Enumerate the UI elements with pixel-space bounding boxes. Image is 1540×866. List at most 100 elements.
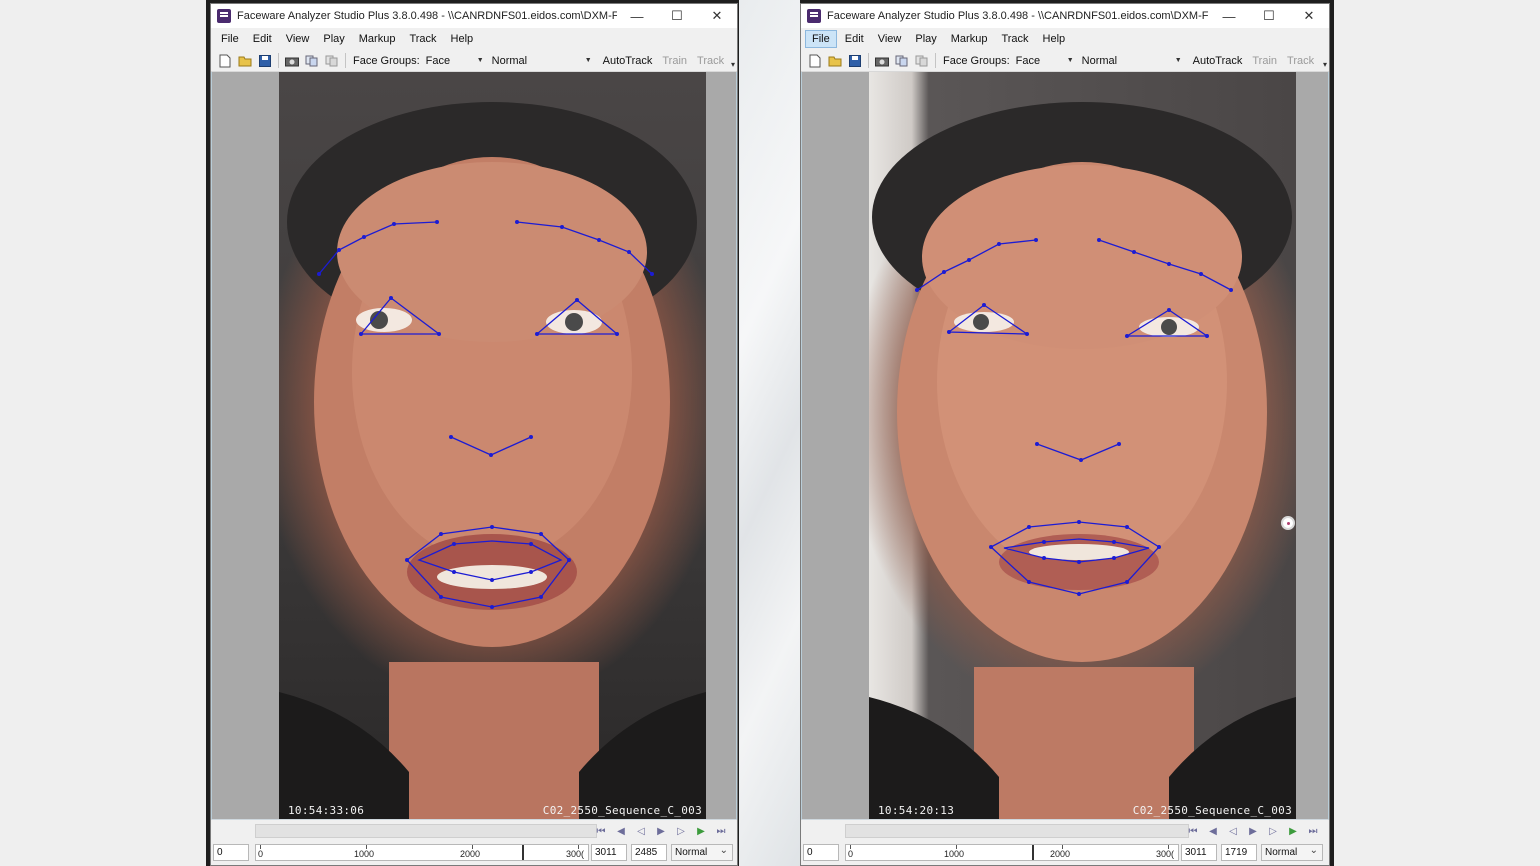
track-button[interactable]: Track xyxy=(697,55,724,67)
open-folder-icon[interactable] xyxy=(238,54,252,68)
menu-track[interactable]: Track xyxy=(403,31,442,47)
video-frame[interactable]: 10:54:20:13 C02_2550_Sequence_C_003 xyxy=(869,72,1296,819)
analyzer-window-right: Faceware Analyzer Studio Plus 3.8.0.498 … xyxy=(800,3,1330,866)
faceware-app-icon xyxy=(217,9,231,23)
mode-value: Normal xyxy=(491,54,528,67)
menu-play[interactable]: Play xyxy=(909,31,942,47)
analyzer-window-left: Faceware Analyzer Studio Plus 3.8.0.498 … xyxy=(210,3,738,866)
mode-select[interactable]: Normal ▼ xyxy=(1080,53,1184,69)
transport-controls: ⏮ ◀ ◁ ▶ ▷ ▶ ⏭ xyxy=(591,823,731,839)
timeline-ruler[interactable]: 0 1000 2000 300( xyxy=(845,844,1179,861)
autotrack-button[interactable]: AutoTrack xyxy=(603,55,653,67)
face-groups-label: Face Groups: xyxy=(353,54,420,67)
scrub-track[interactable] xyxy=(845,824,1189,838)
close-button[interactable]: ✕ xyxy=(1289,4,1329,28)
toolbar: Face Groups: Face ▼ Normal ▼ AutoTrack Tra… xyxy=(801,50,1329,72)
play-mode-select[interactable]: Normal xyxy=(671,843,733,861)
step-back-icon[interactable]: ◁ xyxy=(1223,823,1243,839)
ruler-label: 0 xyxy=(258,849,264,859)
faceware-app-icon xyxy=(807,9,821,23)
play-mode-select[interactable]: Normal xyxy=(1261,843,1323,861)
toolbar-overflow-icon[interactable]: ▾ xyxy=(731,60,735,69)
go-start-icon[interactable]: ⏮ xyxy=(591,823,611,839)
copy-icon[interactable] xyxy=(895,54,909,68)
copy-icon[interactable] xyxy=(305,54,319,68)
scrub-track[interactable] xyxy=(255,824,597,838)
menu-markup[interactable]: Markup xyxy=(945,31,994,47)
save-icon[interactable] xyxy=(258,54,272,68)
face-groups-select[interactable]: Face ▼ xyxy=(424,53,486,69)
menu-help[interactable]: Help xyxy=(445,31,480,47)
face-groups-label: Face Groups: xyxy=(943,54,1010,67)
timeline-ruler[interactable]: 0 1000 2000 300( xyxy=(255,844,589,861)
minimize-button[interactable]: — xyxy=(1209,4,1249,28)
window-title: Faceware Analyzer Studio Plus 3.8.0.498 … xyxy=(237,10,617,22)
camera-icon[interactable] xyxy=(875,54,889,68)
menu-file[interactable]: File xyxy=(805,30,837,48)
playhead-marker[interactable] xyxy=(1032,845,1034,860)
menu-track[interactable]: Track xyxy=(995,31,1034,47)
save-icon[interactable] xyxy=(848,54,862,68)
maximize-button[interactable]: ☐ xyxy=(1249,4,1289,28)
timecode: 10:54:20:13 xyxy=(878,804,955,817)
end-frame-field[interactable]: 3011 xyxy=(1181,844,1217,861)
step-back-icon[interactable]: ◁ xyxy=(631,823,651,839)
title-bar[interactable]: Faceware Analyzer Studio Plus 3.8.0.498 … xyxy=(211,4,737,28)
title-bar[interactable]: Faceware Analyzer Studio Plus 3.8.0.498 … xyxy=(801,4,1329,28)
playhead-frame-field[interactable]: 1719 xyxy=(1221,844,1257,861)
autotrack-button[interactable]: AutoTrack xyxy=(1193,55,1243,67)
paste-icon[interactable] xyxy=(325,54,339,68)
train-button[interactable]: Train xyxy=(1252,55,1277,67)
mode-select[interactable]: Normal ▼ xyxy=(490,53,594,69)
close-button[interactable]: ✕ xyxy=(697,4,737,28)
menu-markup[interactable]: Markup xyxy=(353,31,402,47)
dropdown-arrow-icon: ▼ xyxy=(476,57,484,64)
track-button[interactable]: Track xyxy=(1287,55,1314,67)
face-video-frame xyxy=(869,102,1296,819)
face-groups-select[interactable]: Face ▼ xyxy=(1014,53,1076,69)
go-end-icon[interactable]: ⏭ xyxy=(1303,823,1323,839)
menu-bar: File Edit View Play Markup Track Help xyxy=(801,28,1329,50)
ruler-label: 1000 xyxy=(944,849,965,859)
end-frame-field[interactable]: 3011 xyxy=(591,844,627,861)
transport-bar: ⏮ ◀ ◁ ▶ ▷ ▶ ⏭ xyxy=(211,819,737,841)
step-forward-icon[interactable]: ▷ xyxy=(1263,823,1283,839)
camera-icon[interactable] xyxy=(285,54,299,68)
sequence-name: C02_2550_Sequence_C_003 xyxy=(542,804,702,817)
toolbar-overflow-icon[interactable]: ▾ xyxy=(1323,60,1327,69)
menu-view[interactable]: View xyxy=(280,31,316,47)
video-viewport[interactable]: 10:54:20:13 C02_2550_Sequence_C_003 xyxy=(801,72,1329,819)
step-forward-icon[interactable]: ▷ xyxy=(671,823,691,839)
prev-key-icon[interactable]: ◀ xyxy=(611,823,631,839)
prev-key-icon[interactable]: ◀ xyxy=(1203,823,1223,839)
ruler-label: 300( xyxy=(1156,849,1175,859)
current-frame-field[interactable]: 0 xyxy=(803,844,839,861)
minimize-button[interactable]: — xyxy=(617,4,657,28)
menu-edit[interactable]: Edit xyxy=(247,31,278,47)
next-key-icon[interactable]: ▶ xyxy=(1283,823,1303,839)
menu-file[interactable]: File xyxy=(215,31,245,47)
next-key-icon[interactable]: ▶ xyxy=(691,823,711,839)
menu-view[interactable]: View xyxy=(872,31,908,47)
maximize-button[interactable]: ☐ xyxy=(657,4,697,28)
menu-play[interactable]: Play xyxy=(317,31,350,47)
playhead-frame-field[interactable]: 2485 xyxy=(631,844,667,861)
train-button[interactable]: Train xyxy=(662,55,687,67)
menu-edit[interactable]: Edit xyxy=(839,31,870,47)
toolbar: Face Groups: Face ▼ Normal ▼ AutoTrack Tra… xyxy=(211,50,737,72)
go-start-icon[interactable]: ⏮ xyxy=(1183,823,1203,839)
current-frame-field[interactable]: 0 xyxy=(213,844,249,861)
new-file-icon[interactable] xyxy=(808,54,822,68)
playhead-marker[interactable] xyxy=(522,845,524,860)
ruler-label: 1000 xyxy=(354,849,375,859)
video-frame[interactable]: 10:54:33:06 C02_2550_Sequence_C_003 xyxy=(279,72,706,819)
video-viewport[interactable]: 10:54:33:06 C02_2550_Sequence_C_003 xyxy=(211,72,737,819)
play-icon[interactable]: ▶ xyxy=(651,823,671,839)
go-end-icon[interactable]: ⏭ xyxy=(711,823,731,839)
menu-help[interactable]: Help xyxy=(1037,31,1072,47)
paste-icon[interactable] xyxy=(915,54,929,68)
open-folder-icon[interactable] xyxy=(828,54,842,68)
play-icon[interactable]: ▶ xyxy=(1243,823,1263,839)
dropdown-arrow-icon: ▼ xyxy=(584,57,592,64)
new-file-icon[interactable] xyxy=(218,54,232,68)
